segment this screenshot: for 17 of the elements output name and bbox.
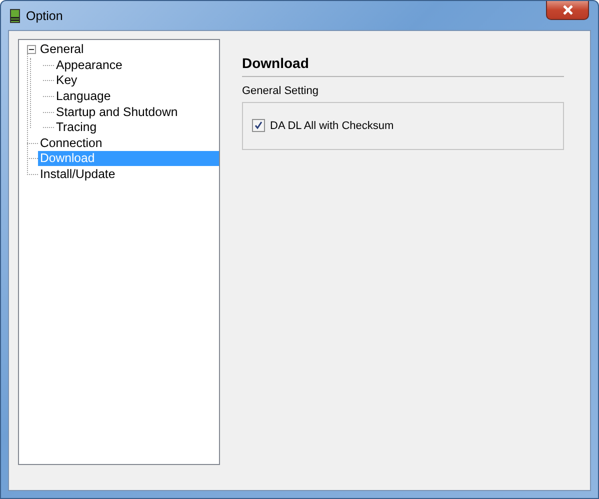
close-icon bbox=[562, 5, 574, 15]
tree-item[interactable]: Connection bbox=[38, 136, 106, 151]
tree-item[interactable]: Language bbox=[54, 89, 114, 104]
tree-item[interactable]: Startup and Shutdown bbox=[54, 104, 181, 120]
collapse-icon[interactable] bbox=[27, 45, 36, 54]
window-title: Option bbox=[26, 8, 63, 22]
tree-item[interactable]: General bbox=[38, 42, 87, 58]
tree-item[interactable]: Tracing bbox=[54, 120, 100, 136]
tree-item[interactable]: Appearance bbox=[54, 58, 126, 73]
tree-item[interactable]: Key bbox=[54, 73, 80, 88]
checkbox-label: DA DL All with Checksum bbox=[270, 120, 394, 132]
app-icon bbox=[10, 8, 20, 22]
checkbox[interactable] bbox=[252, 119, 265, 132]
close-button[interactable] bbox=[546, 1, 589, 20]
tree-item[interactable]: Install/Update bbox=[38, 167, 118, 182]
group-label: General Setting bbox=[242, 85, 320, 97]
page-heading: Download bbox=[242, 55, 310, 71]
